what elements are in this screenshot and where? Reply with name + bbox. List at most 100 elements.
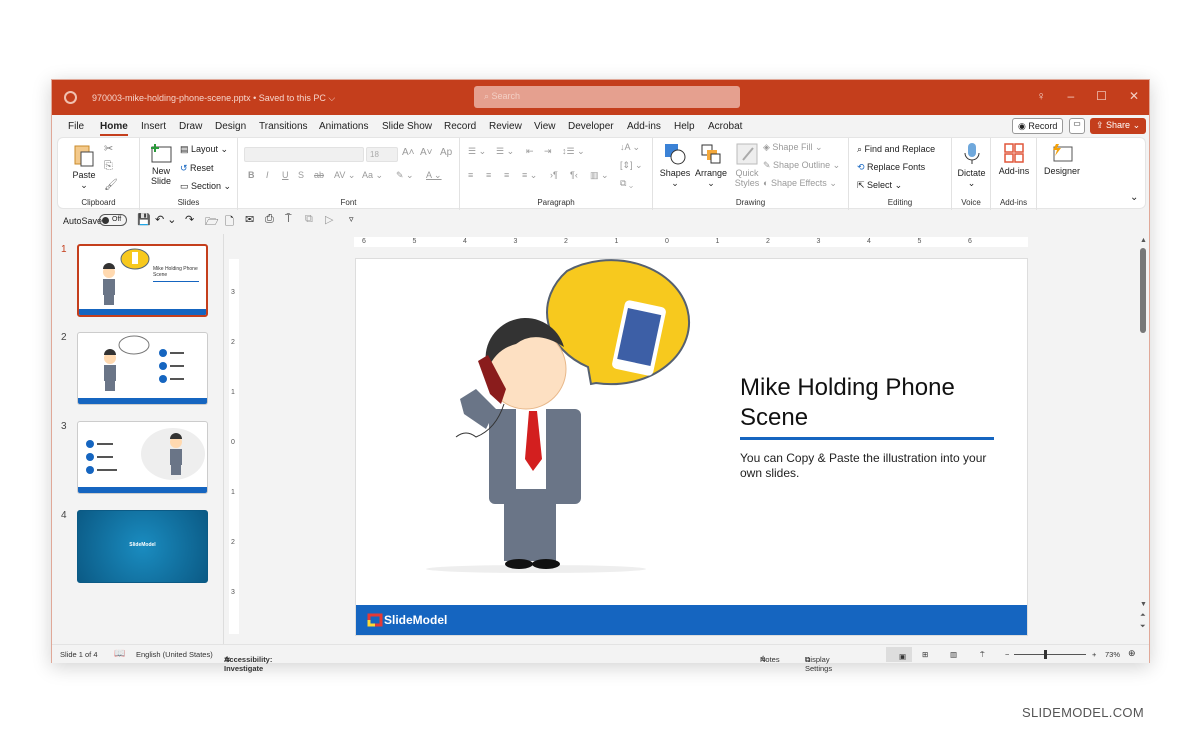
dictate-button[interactable]: Dictate ⌄ <box>954 142 989 189</box>
scroll-up-icon[interactable]: ▲ <box>1140 237 1147 244</box>
print-icon[interactable]: ⎙ <box>265 213 274 226</box>
maximize-button[interactable]: ☐ <box>1096 89 1107 103</box>
numbering-icon[interactable]: ☰ ⌄ <box>496 146 514 157</box>
record-button[interactable]: ◉ Record <box>1012 118 1064 134</box>
zoom-level[interactable]: 73% <box>1105 650 1120 659</box>
scrollbar-thumb[interactable] <box>1140 248 1146 333</box>
comments-button[interactable]: ▭ <box>1069 118 1085 134</box>
tab-home[interactable]: Home <box>100 121 128 136</box>
highlight-icon[interactable]: ✎ ⌄ <box>396 170 414 181</box>
slide-thumbnail-2[interactable] <box>77 332 208 405</box>
lightbulb-icon[interactable]: ♀ <box>1036 89 1045 103</box>
slide-thumbnail-1[interactable]: Mike Holding Phone Scene <box>77 244 208 317</box>
vertical-scrollbar[interactable]: ▲ ▼ ⏶ ⏷ <box>1139 234 1148 634</box>
new-file-icon[interactable]: 🗋 <box>225 213 234 232</box>
tab-help[interactable]: Help <box>674 121 695 132</box>
rtl-icon[interactable]: ¶‹ <box>570 170 578 180</box>
tab-add-ins[interactable]: Add-ins <box>627 121 661 132</box>
scroll-down-icon[interactable]: ▼ <box>1140 601 1147 608</box>
select-button[interactable]: ⇱ Select ⌄ <box>857 180 902 191</box>
normal-view-button[interactable]: ▣ <box>886 647 912 662</box>
search-box[interactable]: ⌕ Search <box>474 86 740 108</box>
tab-file[interactable]: File <box>68 121 84 132</box>
slideshow-view-icon[interactable]: ⍑ <box>980 650 985 660</box>
arrange-button[interactable]: Arrange ⌄ <box>693 142 729 189</box>
shadow-icon[interactable]: S <box>298 170 304 180</box>
tab-transitions[interactable]: Transitions <box>259 121 308 132</box>
text-direction-icon[interactable]: ↓A ⌄ <box>620 142 640 153</box>
tab-draw[interactable]: Draw <box>179 121 202 132</box>
shape-effects-button[interactable]: ◐ Shape Effects ⌄ <box>763 178 837 189</box>
bold-icon[interactable]: B <box>248 170 255 180</box>
format-painter-icon[interactable]: 🖌 <box>104 178 118 191</box>
tab-slide-show[interactable]: Slide Show <box>382 121 432 132</box>
shapes-button[interactable]: Shapes ⌄ <box>659 142 691 189</box>
presenter-icon[interactable]: ⍑ <box>285 213 292 226</box>
find-replace-button[interactable]: ⌕ Find and Replace <box>857 144 935 155</box>
clear-formatting-icon[interactable]: Ap <box>440 147 452 158</box>
add-ins-button[interactable]: Add-ins <box>994 142 1034 176</box>
reading-view-icon[interactable]: ▥ <box>950 650 957 659</box>
open-icon[interactable]: 🗁 <box>205 213 219 232</box>
previous-slide-icon[interactable]: ⏶ <box>1140 612 1146 620</box>
font-size-dropdown[interactable]: 18 <box>366 147 398 162</box>
tab-developer[interactable]: Developer <box>568 121 614 132</box>
increase-font-icon[interactable]: A˄ <box>402 147 415 158</box>
tab-record[interactable]: Record <box>444 121 476 132</box>
tab-review[interactable]: Review <box>489 121 522 132</box>
align-text-icon[interactable]: [⇕] ⌄ <box>620 160 643 171</box>
slideshow-icon[interactable]: ▷ <box>325 213 333 226</box>
shape-outline-button[interactable]: ✎ Shape Outline ⌄ <box>763 160 840 171</box>
redo-icon[interactable]: ↷ <box>185 213 194 226</box>
save-icon[interactable]: 💾 <box>137 213 151 226</box>
reset-button[interactable]: ↺ Reset <box>180 163 214 174</box>
shape-fill-button[interactable]: ◈ Shape Fill ⌄ <box>763 142 823 153</box>
close-button[interactable]: ✕ <box>1129 89 1139 103</box>
language-indicator[interactable]: English (United States) <box>136 650 213 659</box>
copy-icon[interactable]: ⎘ <box>104 160 113 173</box>
tab-acrobat[interactable]: Acrobat <box>708 121 742 132</box>
share-button[interactable]: ⇪ Share ⌄ <box>1090 118 1147 134</box>
paste-button[interactable]: Paste ⌄ <box>68 142 100 191</box>
zoom-slider-thumb[interactable] <box>1044 650 1048 659</box>
layout-button[interactable]: ▤ Layout ⌄ <box>180 144 228 155</box>
document-title[interactable]: 970003-mike-holding-phone-scene.pptx • S… <box>92 93 335 104</box>
font-name-dropdown[interactable] <box>244 147 364 162</box>
duplicate-icon[interactable]: ⧉ <box>305 213 313 226</box>
smartart-icon[interactable]: ⧉ ⌄ <box>620 178 633 189</box>
fit-to-window-icon[interactable]: ⊕ <box>1128 648 1136 659</box>
new-slide-button[interactable]: New Slide <box>144 142 178 186</box>
align-left-icon[interactable]: ≡ <box>468 170 473 180</box>
autosave-toggle[interactable]: Off <box>99 214 127 226</box>
columns-icon[interactable]: ▥ ⌄ <box>590 170 609 181</box>
ltr-icon[interactable]: ›¶ <box>550 170 558 180</box>
tab-insert[interactable]: Insert <box>141 121 166 132</box>
character-spacing-icon[interactable]: AV ⌄ <box>334 170 355 181</box>
spellcheck-icon[interactable]: 📖 <box>114 648 125 659</box>
minimize-button[interactable]: – <box>1067 89 1074 103</box>
vertical-ruler[interactable]: 3 2 1 0 1 2 3 <box>229 259 239 634</box>
designer-button[interactable]: Designer <box>1040 142 1084 176</box>
slide-subtitle[interactable]: You can Copy & Paste the illustration in… <box>740 451 1000 481</box>
align-center-icon[interactable]: ≡ <box>486 170 491 180</box>
slide-title[interactable]: Mike Holding Phone Scene <box>740 373 1000 433</box>
customize-qat-icon[interactable]: ▿ <box>349 214 354 225</box>
mike-illustration[interactable] <box>356 259 736 579</box>
slide-count[interactable]: Slide 1 of 4 <box>60 650 98 659</box>
cut-icon[interactable]: ✂ <box>104 142 113 155</box>
tab-animations[interactable]: Animations <box>319 121 368 132</box>
collapse-ribbon-icon[interactable]: ⌄ <box>1130 192 1138 203</box>
justify-icon[interactable]: ≡ ⌄ <box>522 170 537 181</box>
line-spacing-icon[interactable]: ↕☰ ⌄ <box>562 146 585 157</box>
change-case-icon[interactable]: Aa ⌄ <box>362 170 383 181</box>
slide-sorter-icon[interactable]: ⊞ <box>922 650 928 659</box>
quick-styles-button[interactable]: Quick Styles <box>731 142 763 188</box>
zoom-slider[interactable] <box>1014 650 1086 659</box>
strikethrough-icon[interactable]: ab <box>314 170 324 180</box>
horizontal-ruler[interactable]: 6 5 4 3 2 1 0 1 2 3 4 5 6 <box>354 237 1028 247</box>
replace-fonts-button[interactable]: ⟲ Replace Fonts <box>857 162 925 173</box>
decrease-indent-icon[interactable]: ⇤ <box>526 146 534 157</box>
email-icon[interactable]: ✉ <box>245 213 254 226</box>
zoom-in-button[interactable]: + <box>1092 650 1096 659</box>
decrease-font-icon[interactable]: A˅ <box>420 147 433 158</box>
